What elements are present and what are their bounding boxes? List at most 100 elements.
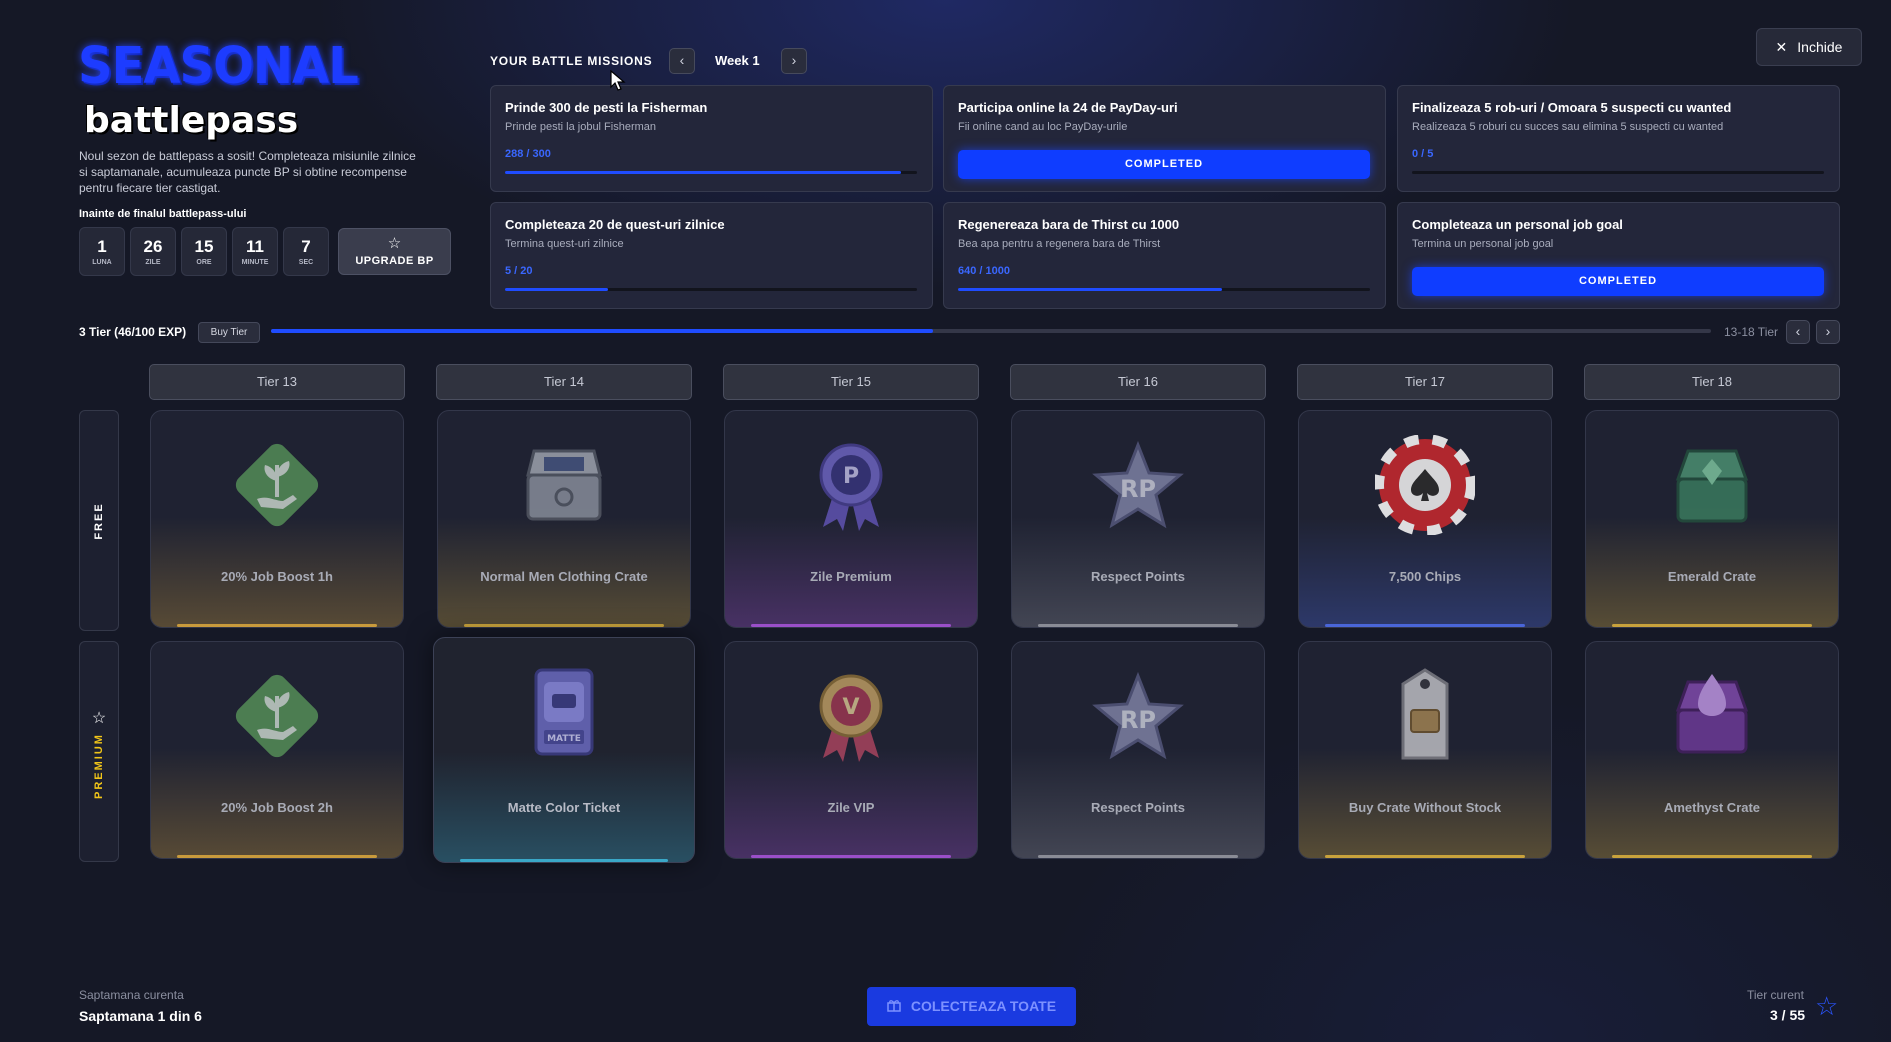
tier-progress-fill xyxy=(271,329,934,333)
reward-name: Amethyst Crate xyxy=(1663,800,1761,815)
poker-chip-icon xyxy=(1375,435,1475,535)
reward-underline xyxy=(177,624,377,627)
mission-desc: Realizeaza 5 roburi cu succes sau elimin… xyxy=(1412,121,1724,133)
countdown-value: 26 xyxy=(143,237,163,256)
mission-desc: Termina quest-uri zilnice xyxy=(505,238,624,250)
reward-card[interactable]: 20% Job Boost 2h xyxy=(150,641,404,859)
week-label: Week 1 xyxy=(715,53,760,68)
tier-prev-button[interactable]: ‹ xyxy=(1786,320,1810,344)
reward-name: Normal Men Clothing Crate xyxy=(480,569,648,584)
matte-ticket-icon: MATTE xyxy=(534,668,594,756)
mission-completed-badge: COMPLETED xyxy=(958,150,1370,179)
mission-title: Participa online la 24 de PayDay-uri xyxy=(958,100,1178,115)
chevron-left-icon: ‹ xyxy=(1795,323,1801,339)
svg-text:P: P xyxy=(843,464,859,489)
reward-card[interactable]: Amethyst Crate xyxy=(1585,641,1839,859)
reward-card[interactable]: 20% Job Boost 1h xyxy=(150,410,404,628)
collect-all-label: COLECTEAZA TOATE xyxy=(910,998,1057,1014)
mission-progress-bar xyxy=(958,288,1370,291)
mission-progress-fill xyxy=(505,171,901,174)
mission-desc: Bea apa pentru a regenera bara de Thirst xyxy=(958,238,1161,250)
reward-name: Buy Crate Without Stock xyxy=(1348,800,1502,815)
buy-tier-button[interactable]: Buy Tier xyxy=(198,322,260,343)
mission-progress-text: 5 / 20 xyxy=(505,265,533,277)
mission-progress-fill xyxy=(958,288,1222,291)
tier-next-button[interactable]: › xyxy=(1816,320,1840,344)
intro-text: Noul sezon de battlepass a sosit! Comple… xyxy=(79,149,416,195)
mission-title: Prinde 300 de pesti la Fisherman xyxy=(505,100,708,115)
collect-all-button[interactable]: COLECTEAZA TOATE xyxy=(867,987,1076,1026)
tier-header: Tier 16 xyxy=(1010,364,1266,400)
countdown-value: 7 xyxy=(301,237,311,256)
premium-label: PREMIUM xyxy=(93,732,105,799)
free-label: FREE xyxy=(93,501,105,540)
mission-progress-text: 0 / 5 xyxy=(1412,148,1434,160)
reward-name: Zile VIP xyxy=(827,800,875,815)
mission-title: Completeaza 20 de quest-uri zilnice xyxy=(505,217,725,232)
reward-name: 20% Job Boost 1h xyxy=(221,569,333,584)
reward-card-hovered[interactable]: MATTE Matte Color Ticket xyxy=(433,637,695,863)
mission-title: Finalizeaza 5 rob-uri / Omoara 5 suspect… xyxy=(1412,100,1732,115)
rp-star-icon: RP xyxy=(1092,671,1184,760)
reward-card[interactable]: Buy Crate Without Stock xyxy=(1298,641,1552,859)
countdown-value: 11 xyxy=(246,237,264,256)
reward-underline xyxy=(1325,855,1525,858)
close-label: Inchide xyxy=(1797,39,1843,55)
current-tier-label: Tier curent xyxy=(1747,988,1804,1002)
mission-desc: Fii online cand au loc PayDay-urile xyxy=(958,121,1128,133)
reward-underline xyxy=(460,859,668,862)
logo-seasonal: SEASONAL xyxy=(78,36,359,96)
mission-progress-fill xyxy=(505,288,608,291)
reward-card[interactable]: RP Respect Points xyxy=(1011,410,1265,628)
vip-ribbon-icon: V xyxy=(819,674,883,762)
reward-card[interactable]: P Zile Premium xyxy=(724,410,978,628)
countdown-seconds: 7 SEC xyxy=(283,227,329,276)
reward-name: 20% Job Boost 2h xyxy=(221,800,333,815)
current-week-label: Saptamana curenta xyxy=(79,988,184,1002)
countdown-months: 1 LUNA xyxy=(79,227,125,276)
reward-card[interactable]: 7,500 Chips xyxy=(1298,410,1552,628)
mission-progress-bar xyxy=(1412,171,1824,174)
svg-text:RP: RP xyxy=(1120,706,1156,734)
emerald-crate-icon xyxy=(1675,449,1749,523)
amethyst-crate-icon xyxy=(1675,674,1749,754)
mission-desc: Termina un personal job goal xyxy=(1412,238,1554,250)
reward-card[interactable]: RP Respect Points xyxy=(1011,641,1265,859)
svg-text:MATTE: MATTE xyxy=(547,734,581,744)
premium-ribbon-icon: P xyxy=(819,443,883,531)
mission-progress-text: 640 / 1000 xyxy=(958,265,1010,277)
close-button[interactable]: ✕ Inchide xyxy=(1756,28,1862,66)
reward-name: Respect Points xyxy=(1091,800,1185,815)
reward-underline xyxy=(1612,855,1812,858)
chevron-left-icon: ‹ xyxy=(679,52,685,68)
reward-name: Matte Color Ticket xyxy=(507,800,621,815)
reward-underline xyxy=(751,624,951,627)
row-label-premium: ☆ PREMIUM xyxy=(79,641,119,862)
mission-progress-bar xyxy=(505,288,917,291)
reward-underline xyxy=(1038,855,1238,858)
reward-name: Zile Premium xyxy=(810,569,892,584)
tier-header: Tier 14 xyxy=(436,364,692,400)
star-outline-icon: ☆ xyxy=(387,235,402,252)
upgrade-bp-button[interactable]: ☆ UPGRADE BP xyxy=(338,228,451,275)
gift-icon xyxy=(887,998,905,1014)
tier-progress-bar xyxy=(271,329,1711,333)
week-prev-button[interactable]: ‹ xyxy=(669,48,695,74)
svg-text:V: V xyxy=(842,695,859,720)
countdown-days: 26 ZILE xyxy=(130,227,176,276)
tier-header: Tier 15 xyxy=(723,364,979,400)
mission-card: Regenereaza bara de Thirst cu 1000 Bea a… xyxy=(943,202,1386,309)
upgrade-bp-label: UPGRADE BP xyxy=(355,255,434,267)
mission-progress-bar xyxy=(505,171,917,174)
chevron-right-icon: › xyxy=(1825,323,1831,339)
star-outline-icon: ☆ xyxy=(91,710,107,727)
mission-title: Regenereaza bara de Thirst cu 1000 xyxy=(958,217,1180,232)
plant-hand-icon xyxy=(235,674,319,758)
tier-header: Tier 17 xyxy=(1297,364,1553,400)
reward-card[interactable]: V Zile VIP xyxy=(724,641,978,859)
reward-card[interactable]: Normal Men Clothing Crate xyxy=(437,410,691,628)
week-next-button[interactable]: › xyxy=(781,48,807,74)
countdown-hours: 15 ORE xyxy=(181,227,227,276)
countdown-label: MINUTE xyxy=(241,259,269,266)
reward-card[interactable]: Emerald Crate xyxy=(1585,410,1839,628)
